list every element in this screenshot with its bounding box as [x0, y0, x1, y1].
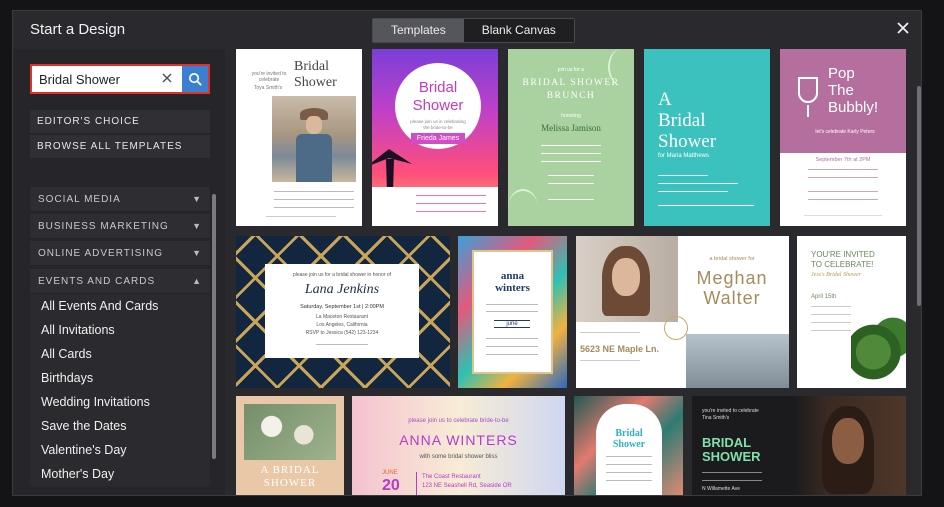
flower-photo: [244, 404, 336, 460]
template-photo: [686, 334, 789, 388]
close-icon: [897, 22, 909, 34]
template-photo: [272, 96, 356, 182]
template-card[interactable]: A BRIDAL SHOWER: [236, 396, 344, 495]
template-card[interactable]: please join us to celebrate bride-to-be …: [352, 396, 565, 495]
start-design-modal: Start a Design Templates Blank Canvas ED…: [12, 10, 922, 496]
template-card[interactable]: Bridal Shower: [574, 396, 683, 495]
modal-header: Start a Design Templates Blank Canvas: [13, 11, 921, 49]
champagne-glass-icon: [798, 77, 818, 103]
category-business-marketing[interactable]: BUSINESS MARKETING ▼: [30, 214, 210, 239]
close-button[interactable]: [895, 20, 911, 36]
category-social-media[interactable]: SOCIAL MEDIA ▼: [30, 187, 210, 212]
clear-icon: [162, 73, 172, 83]
sidebar-item-wedding-invitations[interactable]: Wedding Invitations: [30, 390, 210, 414]
template-grid-scrollbar[interactable]: [917, 86, 921, 306]
search-button[interactable]: [182, 66, 208, 92]
tab-blank-canvas[interactable]: Blank Canvas: [463, 19, 574, 42]
sidebar-item-mothers-day[interactable]: Mother's Day: [30, 462, 210, 486]
sidebar: EDITOR'S CHOICE BROWSE ALL TEMPLATES SOC…: [13, 49, 225, 495]
template-card[interactable]: please join us for a bridal shower in ho…: [236, 236, 450, 388]
template-grid: you're invited to celebrate Toya Smith's…: [235, 49, 917, 495]
events-subcategory-list: All Events And Cards All Invitations All…: [30, 294, 210, 486]
template-card[interactable]: join us for a BRIDAL SHOWER BRUNCH honor…: [508, 49, 634, 226]
search-box: [30, 64, 210, 94]
chevron-down-icon: ▼: [192, 248, 202, 258]
sidebar-item-all-cards[interactable]: All Cards: [30, 342, 210, 366]
category-events-and-cards[interactable]: EVENTS AND CARDS ▲: [30, 269, 210, 294]
chevron-up-icon: ▲: [192, 276, 202, 286]
plant-illustration: [851, 316, 906, 388]
browse-all-templates-button[interactable]: BROWSE ALL TEMPLATES: [30, 135, 210, 158]
template-card[interactable]: a bridal shower for Meghan Walter 5623 N…: [576, 236, 789, 388]
editors-choice-button[interactable]: EDITOR'S CHOICE: [30, 110, 210, 133]
template-photo: [794, 396, 906, 495]
chevron-down-icon: ▼: [192, 221, 202, 231]
template-card[interactable]: you're invited to celebrate Toya Smith's…: [236, 49, 362, 226]
category-online-advertising[interactable]: ONLINE ADVERTISING ▼: [30, 241, 210, 266]
template-photo: [576, 236, 678, 322]
sidebar-scrollbar[interactable]: [212, 194, 216, 459]
sidebar-item-valentines-day[interactable]: Valentine's Day: [30, 438, 210, 462]
template-card[interactable]: Pop The Bubbly! let's celebrate Karly Pe…: [780, 49, 906, 226]
template-card[interactable]: anna winters june: [458, 236, 567, 388]
chevron-down-icon: ▼: [192, 194, 202, 204]
template-card[interactable]: you're invited to celebrate Tina Smith's…: [692, 396, 906, 495]
sidebar-item-all-events-and-cards[interactable]: All Events And Cards: [30, 294, 210, 318]
sidebar-item-birthdays[interactable]: Birthdays: [30, 366, 210, 390]
clear-search-button[interactable]: [160, 71, 174, 85]
sidebar-item-save-the-dates[interactable]: Save the Dates: [30, 414, 210, 438]
sidebar-item-all-invitations[interactable]: All Invitations: [30, 318, 210, 342]
modal-title: Start a Design: [30, 21, 126, 38]
template-card[interactable]: Bridal Shower please join us in celebrat…: [372, 49, 498, 226]
template-card[interactable]: A Bridal Shower for Maria Matthews: [644, 49, 770, 226]
mode-tabs: Templates Blank Canvas: [372, 18, 575, 43]
template-card[interactable]: YOU'RE INVITED TO CELEBRATE! Jess's Brid…: [797, 236, 906, 388]
tab-templates[interactable]: Templates: [373, 19, 464, 42]
search-input[interactable]: [32, 66, 180, 92]
search-icon: [188, 72, 202, 86]
